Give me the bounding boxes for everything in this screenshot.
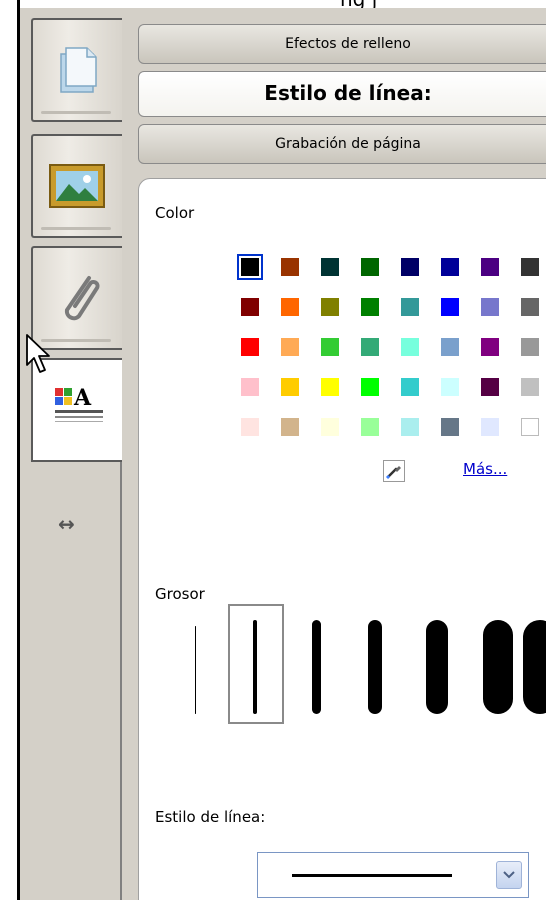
tab-line-style[interactable]: Estilo de línea: — [138, 71, 546, 117]
color-swatch[interactable] — [481, 338, 499, 356]
color-swatch[interactable] — [441, 298, 459, 316]
color-swatch[interactable] — [361, 418, 379, 436]
color-swatch[interactable] — [441, 258, 459, 276]
eyedropper-button[interactable] — [383, 460, 405, 482]
color-swatch[interactable] — [321, 338, 339, 356]
tab-fill-effects[interactable]: Efectos de relleno — [138, 24, 546, 64]
thickness-option[interactable] — [483, 620, 513, 714]
double-arrow-icon[interactable]: ↔ — [58, 512, 75, 536]
color-swatch[interactable] — [521, 298, 539, 316]
color-swatch[interactable] — [401, 338, 419, 356]
color-swatch[interactable] — [321, 378, 339, 396]
color-swatch[interactable] — [361, 258, 379, 276]
color-swatch[interactable] — [321, 298, 339, 316]
thickness-option[interactable] — [368, 620, 382, 714]
color-label: Color — [155, 204, 195, 222]
line-style-sample — [292, 874, 452, 877]
color-swatch[interactable] — [521, 338, 539, 356]
thickness-option[interactable] — [426, 620, 448, 714]
color-swatch[interactable] — [237, 254, 263, 280]
color-swatch[interactable] — [281, 298, 299, 316]
color-swatch[interactable] — [521, 378, 539, 396]
color-swatch[interactable] — [481, 378, 499, 396]
color-swatch[interactable] — [361, 298, 379, 316]
line-style-dropdown[interactable] — [257, 852, 529, 898]
properties-panel-screen: ng j A — [0, 0, 546, 900]
picture-icon — [49, 164, 105, 208]
truncated-title-text: ng j — [340, 0, 377, 8]
color-swatch[interactable] — [281, 418, 299, 436]
color-swatch[interactable] — [281, 258, 299, 276]
svg-text:A: A — [73, 386, 92, 411]
properties-panel — [138, 178, 546, 900]
side-tab-image[interactable] — [31, 134, 122, 238]
thickness-option[interactable] — [311, 620, 321, 714]
color-swatch[interactable] — [401, 378, 419, 396]
eyedropper-icon — [385, 466, 401, 480]
chevron-down-icon[interactable] — [496, 861, 522, 889]
color-swatch[interactable] — [281, 338, 299, 356]
color-swatch[interactable] — [241, 418, 259, 436]
more-colors-link[interactable]: Más... — [463, 460, 507, 478]
paperclip-icon — [64, 276, 100, 321]
color-swatch[interactable] — [481, 418, 499, 436]
page-icon — [60, 47, 97, 93]
color-swatch[interactable] — [481, 258, 499, 276]
thickness-option[interactable] — [194, 626, 196, 714]
color-swatch[interactable] — [401, 418, 419, 436]
color-swatch[interactable] — [241, 338, 259, 356]
color-swatch[interactable] — [441, 378, 459, 396]
properties-icon: A — [55, 386, 103, 422]
color-swatch[interactable] — [321, 258, 339, 276]
color-swatch[interactable] — [321, 418, 339, 436]
color-swatch[interactable] — [361, 378, 379, 396]
color-swatch[interactable] — [441, 418, 459, 436]
color-swatch[interactable] — [361, 338, 379, 356]
color-swatch[interactable] — [241, 298, 259, 316]
color-swatch[interactable] — [401, 258, 419, 276]
color-swatch[interactable] — [521, 258, 539, 276]
mouse-cursor — [26, 334, 50, 373]
thickness-label: Grosor — [155, 585, 205, 603]
thickness-option[interactable] — [523, 620, 546, 714]
top-edge: ng j — [0, 0, 546, 8]
color-swatch[interactable] — [281, 378, 299, 396]
color-swatch[interactable] — [241, 378, 259, 396]
color-swatch[interactable] — [481, 298, 499, 316]
thickness-option[interactable] — [253, 620, 257, 714]
color-swatch[interactable] — [521, 418, 539, 436]
color-swatch[interactable] — [441, 338, 459, 356]
color-swatch[interactable] — [401, 298, 419, 316]
tab-page-recording[interactable]: Grabación de página — [138, 124, 546, 164]
side-tab-page[interactable] — [31, 18, 122, 122]
line-style-label: Estilo de línea: — [155, 808, 266, 826]
